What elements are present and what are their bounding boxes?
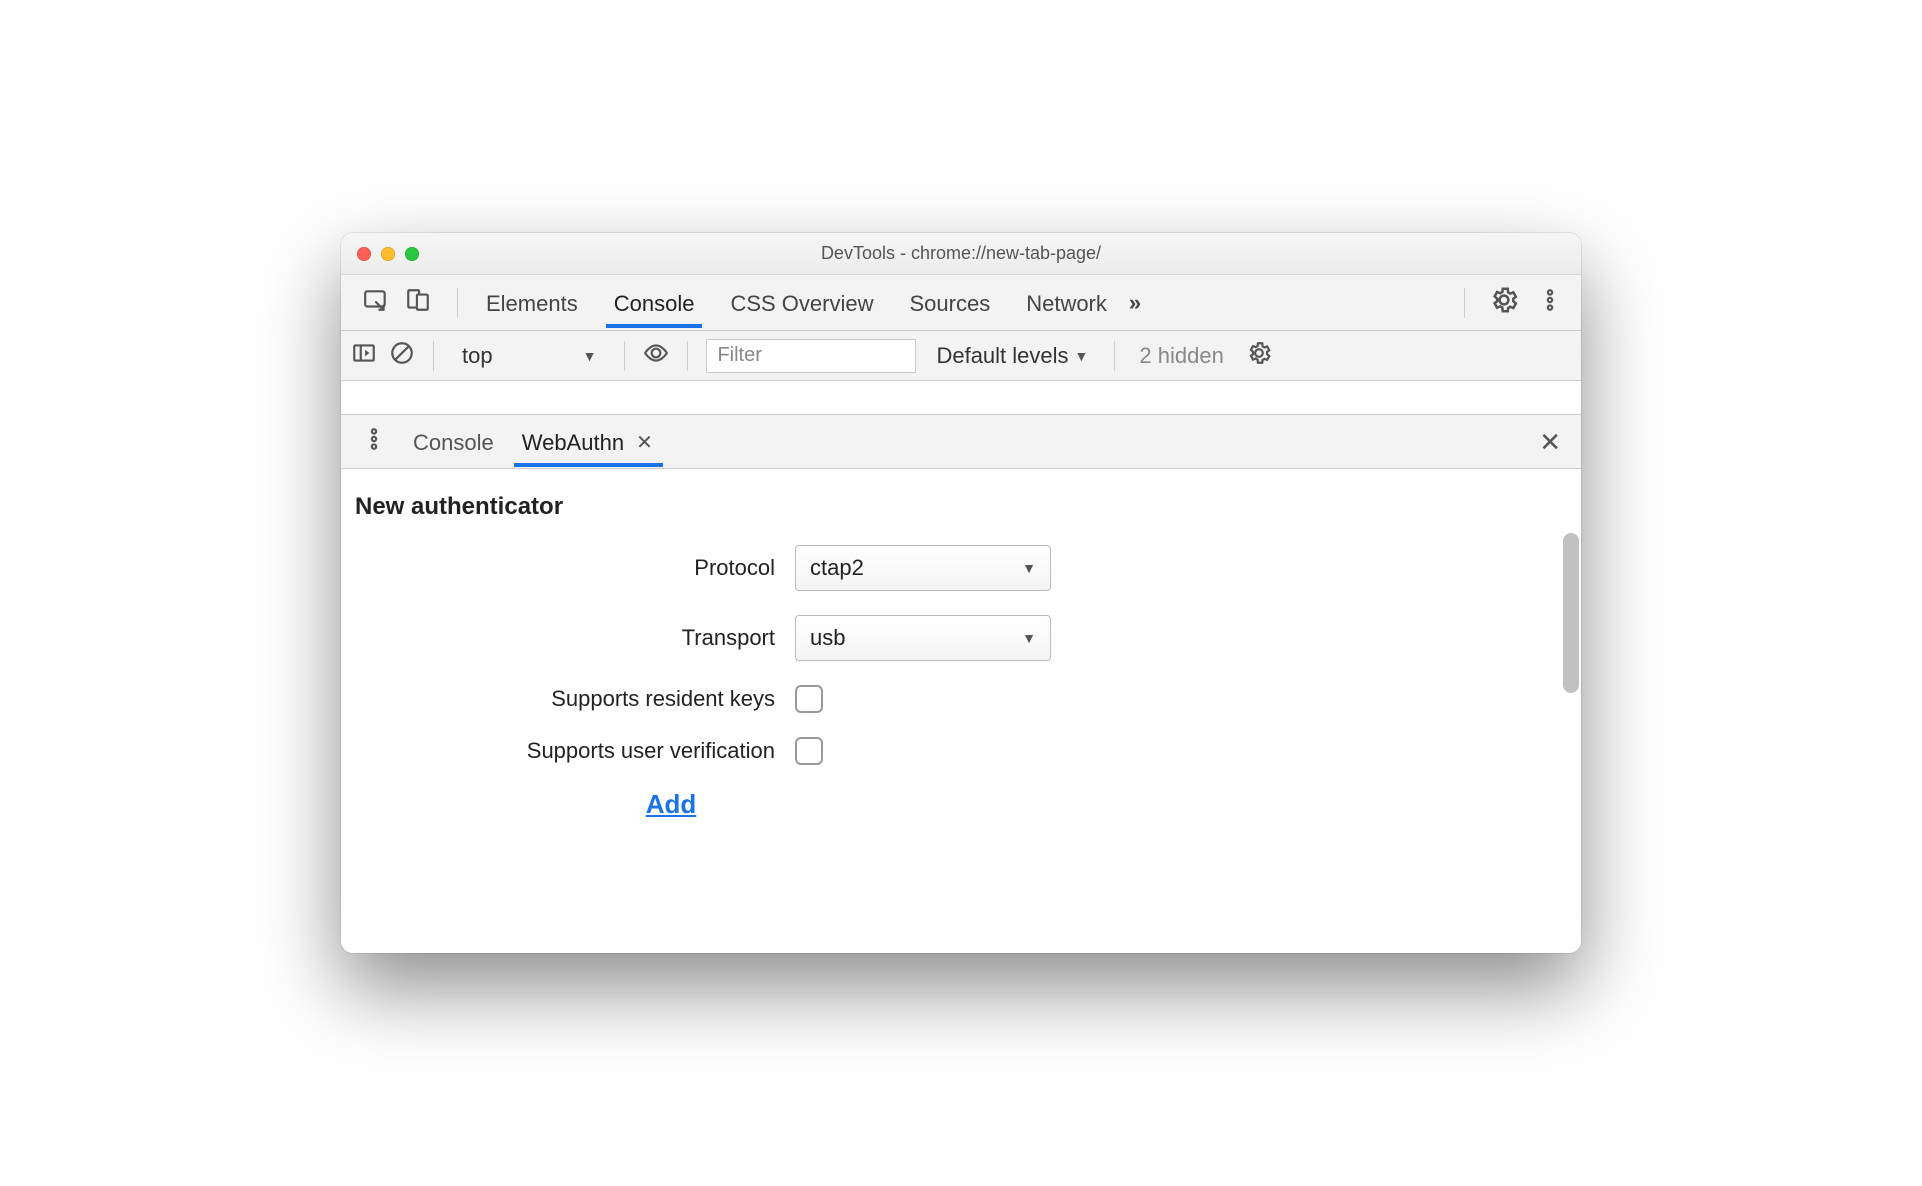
toggle-sidebar-icon[interactable] xyxy=(351,340,377,372)
clear-console-icon[interactable] xyxy=(389,340,415,372)
resident-keys-checkbox[interactable] xyxy=(795,685,823,713)
console-settings-gear-icon[interactable] xyxy=(1242,340,1276,372)
console-output xyxy=(341,381,1581,415)
drawer-tab-label: Console xyxy=(413,430,494,456)
drawer-tab-webauthn[interactable]: WebAuthn ✕ xyxy=(510,418,667,466)
drawer-tab-console[interactable]: Console xyxy=(401,418,506,466)
main-tabstrip: Elements Console CSS Overview Sources Ne… xyxy=(341,275,1581,331)
user-verification-checkbox[interactable] xyxy=(795,737,823,765)
dropdown-caret-icon: ▼ xyxy=(1022,560,1036,576)
divider xyxy=(624,341,625,371)
protocol-value: ctap2 xyxy=(810,555,864,581)
drawer-more-icon[interactable] xyxy=(351,426,397,457)
execution-context-select[interactable]: top ▼ xyxy=(452,339,606,373)
levels-label: Default levels xyxy=(936,343,1068,369)
resident-keys-label: Supports resident keys xyxy=(355,686,775,712)
log-levels-select[interactable]: Default levels ▼ xyxy=(928,343,1096,369)
live-expression-eye-icon[interactable] xyxy=(643,340,669,372)
drawer-tab-label: WebAuthn xyxy=(522,430,624,456)
scrollbar-thumb[interactable] xyxy=(1563,533,1579,693)
filter-input[interactable] xyxy=(706,339,916,373)
tab-console[interactable]: Console xyxy=(600,279,709,327)
panel-heading: New authenticator xyxy=(355,493,1567,521)
close-tab-icon[interactable]: ✕ xyxy=(634,431,655,455)
tab-elements[interactable]: Elements xyxy=(472,279,592,327)
tab-css-overview[interactable]: CSS Overview xyxy=(716,279,887,327)
divider xyxy=(1114,341,1115,371)
close-window-button[interactable] xyxy=(357,247,371,261)
settings-gear-icon[interactable] xyxy=(1489,285,1519,320)
hidden-messages-count[interactable]: 2 hidden xyxy=(1133,343,1229,369)
divider xyxy=(687,341,688,371)
titlebar: DevTools - chrome://new-tab-page/ xyxy=(341,233,1581,275)
window-controls xyxy=(341,247,419,261)
divider xyxy=(1464,288,1465,318)
drawer-tabstrip: Console WebAuthn ✕ ✕ xyxy=(341,415,1581,469)
tab-sources[interactable]: Sources xyxy=(895,279,1004,327)
inspect-element-icon[interactable] xyxy=(363,287,389,318)
add-authenticator-button[interactable]: Add xyxy=(355,789,1567,820)
device-toolbar-icon[interactable] xyxy=(405,287,431,318)
protocol-label: Protocol xyxy=(355,555,775,581)
tab-network[interactable]: Network xyxy=(1012,279,1121,327)
divider xyxy=(433,341,434,371)
more-tabs-icon[interactable]: » xyxy=(1129,290,1141,316)
more-menu-icon[interactable] xyxy=(1537,287,1563,318)
webauthn-panel: New authenticator Protocol ctap2 ▼ Trans… xyxy=(341,469,1581,953)
user-verification-label: Supports user verification xyxy=(355,738,775,764)
protocol-select[interactable]: ctap2 ▼ xyxy=(795,545,1051,591)
dropdown-caret-icon: ▼ xyxy=(583,348,597,364)
close-drawer-icon[interactable]: ✕ xyxy=(1537,427,1571,457)
console-toolbar: top ▼ Default levels ▼ 2 hidden xyxy=(341,331,1581,381)
dropdown-caret-icon: ▼ xyxy=(1022,630,1036,646)
devtools-window: DevTools - chrome://new-tab-page/ Elemen… xyxy=(341,233,1581,953)
transport-label: Transport xyxy=(355,625,775,651)
context-label: top xyxy=(462,343,493,369)
transport-value: usb xyxy=(810,625,845,651)
divider xyxy=(457,288,458,318)
transport-select[interactable]: usb ▼ xyxy=(795,615,1051,661)
minimize-window-button[interactable] xyxy=(381,247,395,261)
zoom-window-button[interactable] xyxy=(405,247,419,261)
window-title: DevTools - chrome://new-tab-page/ xyxy=(341,243,1581,264)
dropdown-caret-icon: ▼ xyxy=(1075,348,1089,364)
